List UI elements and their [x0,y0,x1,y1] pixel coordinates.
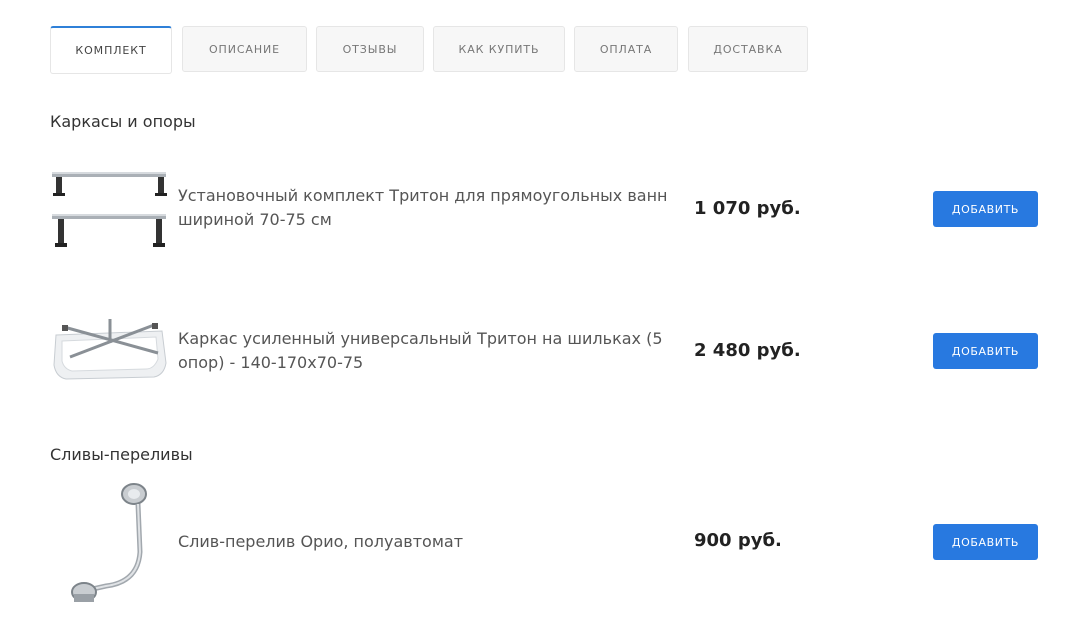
product-name[interactable]: Установочный комплект Тритон для прямоуг… [178,184,686,232]
tab-how-to-buy[interactable]: КАК КУПИТЬ [433,26,565,72]
tab-payment[interactable]: ОПЛАТА [574,26,678,72]
product-row: Каркас усиленный универсальный Тритон на… [50,305,1040,395]
tab-description[interactable]: ОПИСАНИЕ [182,26,307,72]
frame-legs-icon[interactable] [50,164,168,256]
product-name[interactable]: Каркас усиленный универсальный Тритон на… [178,327,686,375]
add-button[interactable]: ДОБАВИТЬ [933,524,1038,560]
product-price: 2 480 руб. [694,340,801,361]
section-title-drains: Сливы-переливы [50,445,193,464]
tab-komplekt[interactable]: КОМПЛЕКТ [50,26,172,74]
section-title-frames: Каркасы и опоры [50,112,196,131]
product-row: Слив-перелив Орио, полуавтомат 900 руб. … [50,480,1040,606]
add-button[interactable]: ДОБАВИТЬ [933,191,1038,227]
bathtub-frame-icon[interactable] [50,313,170,389]
drain-overflow-icon[interactable] [66,482,156,608]
product-name[interactable]: Слив-перелив Орио, полуавтомат [178,530,686,554]
product-row: Установочный комплект Тритон для прямоуг… [50,160,1040,260]
add-button[interactable]: ДОБАВИТЬ [933,333,1038,369]
product-price: 900 руб. [694,530,782,551]
tab-delivery[interactable]: ДОСТАВКА [688,26,808,72]
tab-reviews[interactable]: ОТЗЫВЫ [316,26,424,72]
product-price: 1 070 руб. [694,198,801,219]
